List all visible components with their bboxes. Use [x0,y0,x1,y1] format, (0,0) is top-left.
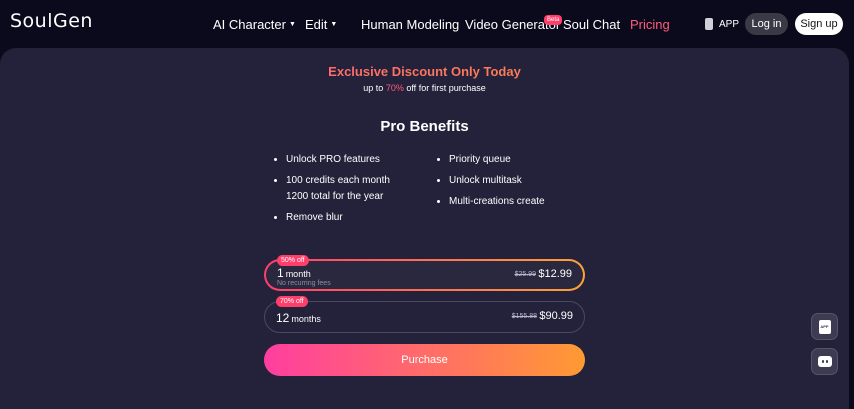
floating-chat-button[interactable] [811,348,838,375]
floating-app-button[interactable]: APP [811,313,838,340]
nav-human-modeling[interactable]: Human Modeling [361,17,459,32]
login-button[interactable]: Log in [745,13,788,35]
benefit-item: Priority queue [436,152,545,168]
plan-term-number: 1 [277,266,284,280]
benefits-title: Pro Benefits [380,118,469,135]
plan-term-unit: months [291,314,321,324]
chevron-down-icon: ▼ [330,21,338,28]
app-label: APP [719,18,740,30]
benefit-line: 100 credits each month [286,175,390,186]
plan-option-12-months[interactable]: 70% off 12 months $155.88 $90.99 [264,296,585,333]
plan-term: 12 months [276,311,321,325]
nav-edit[interactable]: Edit ▼ [305,17,337,32]
promo-sub-prefix: up to [363,83,384,93]
promo-discount: 70% [385,83,404,93]
plan-term: 1 month [277,266,311,280]
purchase-button[interactable]: Purchase [264,344,585,376]
benefits-list-right: Priority queue Unlock multitask Multi-cr… [436,152,545,215]
nav-soul-chat-label: Soul Chat [563,17,621,32]
plan-option-1-month[interactable]: 50% off 1 month No recurring fees $25.99 … [264,255,585,291]
nav-human-modeling-label: Human Modeling [361,17,460,32]
plan-term-unit: month [285,269,311,279]
promo-sub-suffix: off for first purchase [406,83,486,93]
nav-pricing[interactable]: Pricing [630,17,670,32]
nav-edit-label: Edit [305,17,328,32]
benefit-item: Remove blur [273,210,390,226]
old-price: $155.88 [511,313,537,320]
benefit-item: Unlock PRO features [273,152,390,168]
nav-soul-chat[interactable]: Soul Chat [563,17,620,32]
promo-subtitle: up to 70% off for first purchase [0,83,849,93]
benefit-line: 1200 total for the year [286,191,384,202]
new-price: $90.99 [539,310,573,322]
promo-title: Exclusive Discount Only Today [0,64,849,79]
plan-term-number: 12 [276,311,290,325]
new-price: $12.99 [538,268,572,280]
signup-button[interactable]: Sign up [795,13,843,35]
discount-badge: 70% off [276,296,308,307]
phone-icon [705,18,713,30]
benefit-item: Unlock multitask [436,173,545,189]
beta-badge: Beta [544,15,563,25]
logo[interactable]: SoulGen [10,10,93,32]
benefit-item: Multi-creations create [436,194,545,210]
benefits-list-left: Unlock PRO features 100 credits each mon… [273,152,390,231]
nav-pricing-label: Pricing [630,17,670,32]
plan-note: No recurring fees [277,280,331,287]
discount-badge: 50% off [277,255,309,266]
pricing-panel: Exclusive Discount Only Today up to 70% … [0,48,849,409]
nav-ai-character[interactable]: AI Character ▼ [213,17,296,32]
app-download-button[interactable]: APP [705,16,739,32]
top-nav: SoulGen AI Character ▼ Edit ▼ Human Modeli… [0,0,854,48]
old-price: $25.99 [514,271,536,278]
chevron-down-icon: ▼ [288,21,296,28]
app-download-icon: APP [818,319,831,334]
benefit-item: 100 credits each month 1200 total for th… [273,173,390,205]
nav-ai-character-label: AI Character [213,17,286,32]
chat-bot-icon [817,356,832,367]
